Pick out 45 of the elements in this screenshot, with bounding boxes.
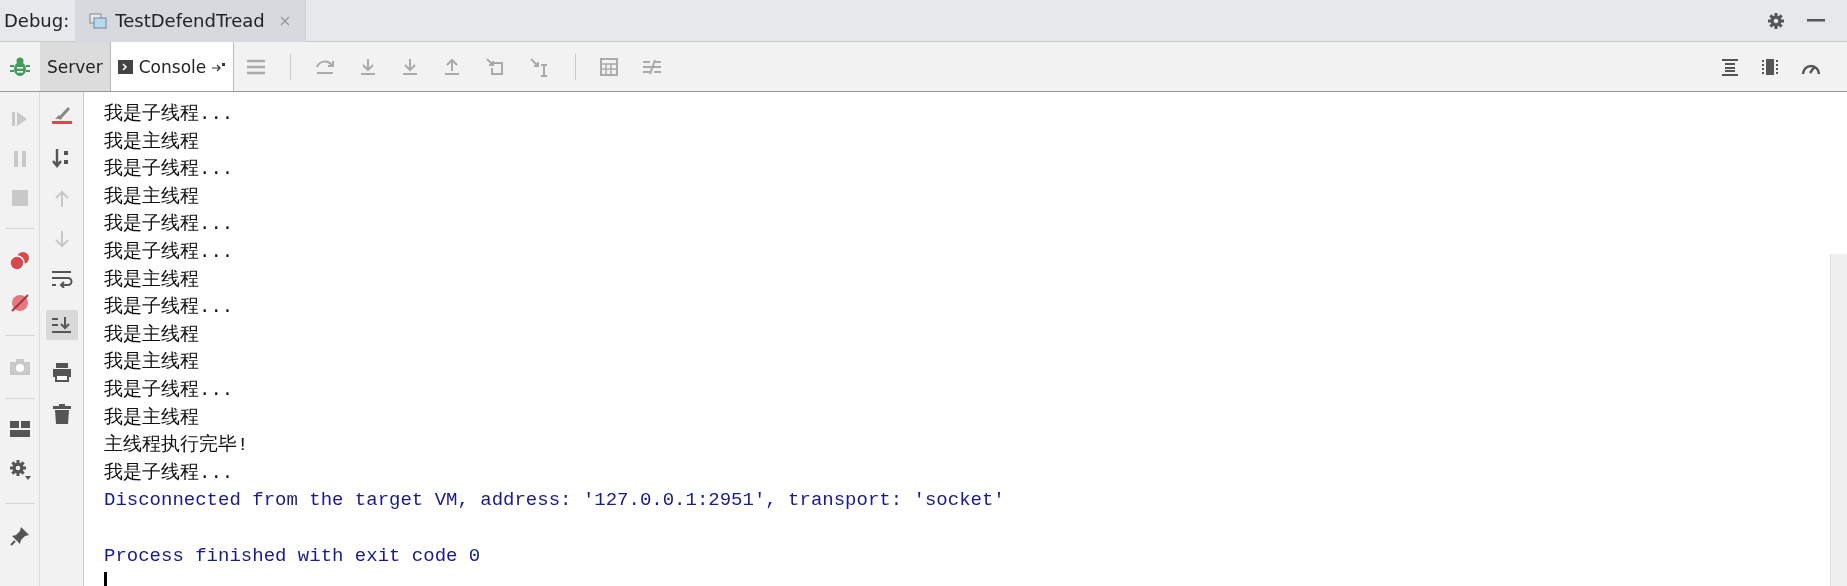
menu-icon[interactable] (246, 58, 267, 75)
console-icon (117, 59, 133, 74)
console-line: 我是子线程... (104, 377, 235, 403)
windows-icon (89, 12, 108, 29)
align-icon[interactable] (1721, 57, 1739, 76)
console-line: 我是子线程... (104, 460, 235, 486)
console-line: 我是子线程... (104, 239, 235, 265)
console-line: 我是子线程... (104, 212, 235, 238)
step-into-icon[interactable] (359, 57, 378, 76)
console-line: 我是主线程 (104, 350, 200, 376)
print-icon[interactable] (51, 362, 72, 382)
trash-icon[interactable] (52, 404, 71, 424)
console-line: Process finished with exit code 0 (104, 543, 482, 569)
console-line: 我是子线程... (104, 102, 235, 127)
memory-icon[interactable] (1761, 57, 1779, 76)
panel-tab[interactable]: Console (110, 42, 235, 91)
console-line: 我是子线程... (104, 295, 235, 321)
bug-icon[interactable] (10, 55, 30, 78)
console-line: 我是主线程 (104, 322, 200, 348)
layout-icon[interactable] (9, 421, 30, 437)
console-line: 我是子线程... (104, 157, 235, 183)
console-line: 我是主线程 (104, 184, 200, 210)
console-line: Disconnected from the target VM, address: '127.0.0.1:2951', transport: 'socket' (104, 488, 1006, 514)
breakpoints-icon[interactable] (8, 251, 31, 271)
pin-icon[interactable] (9, 526, 30, 546)
step-out-icon[interactable] (443, 57, 462, 76)
console-line: 我是主线程 (104, 129, 200, 155)
close-icon[interactable] (278, 14, 291, 27)
calculator-icon[interactable] (600, 57, 619, 76)
mute-breakpoints-icon[interactable] (9, 293, 30, 313)
settings-icon[interactable] (1767, 11, 1785, 30)
console-line: 主线程执行完毕! (104, 433, 250, 459)
soft-wrap-icon[interactable] (50, 270, 73, 288)
console-line: 我是主线程 (104, 267, 200, 293)
console-line: 我是主线程 (104, 405, 200, 431)
clear-icon[interactable] (50, 106, 73, 126)
debug-label: Debug: (3, 10, 71, 31)
scroll-down-icon (50, 316, 73, 334)
settings-icon[interactable] (8, 459, 31, 481)
scroll-to-end-toggle[interactable] (45, 310, 78, 340)
panel-tab[interactable]: Server (40, 42, 111, 91)
session-tab[interactable]: TestDefendTread (75, 0, 306, 42)
minimize-icon[interactable] (1807, 18, 1825, 23)
scrollbar[interactable] (1830, 254, 1847, 586)
text-cursor (104, 572, 107, 586)
